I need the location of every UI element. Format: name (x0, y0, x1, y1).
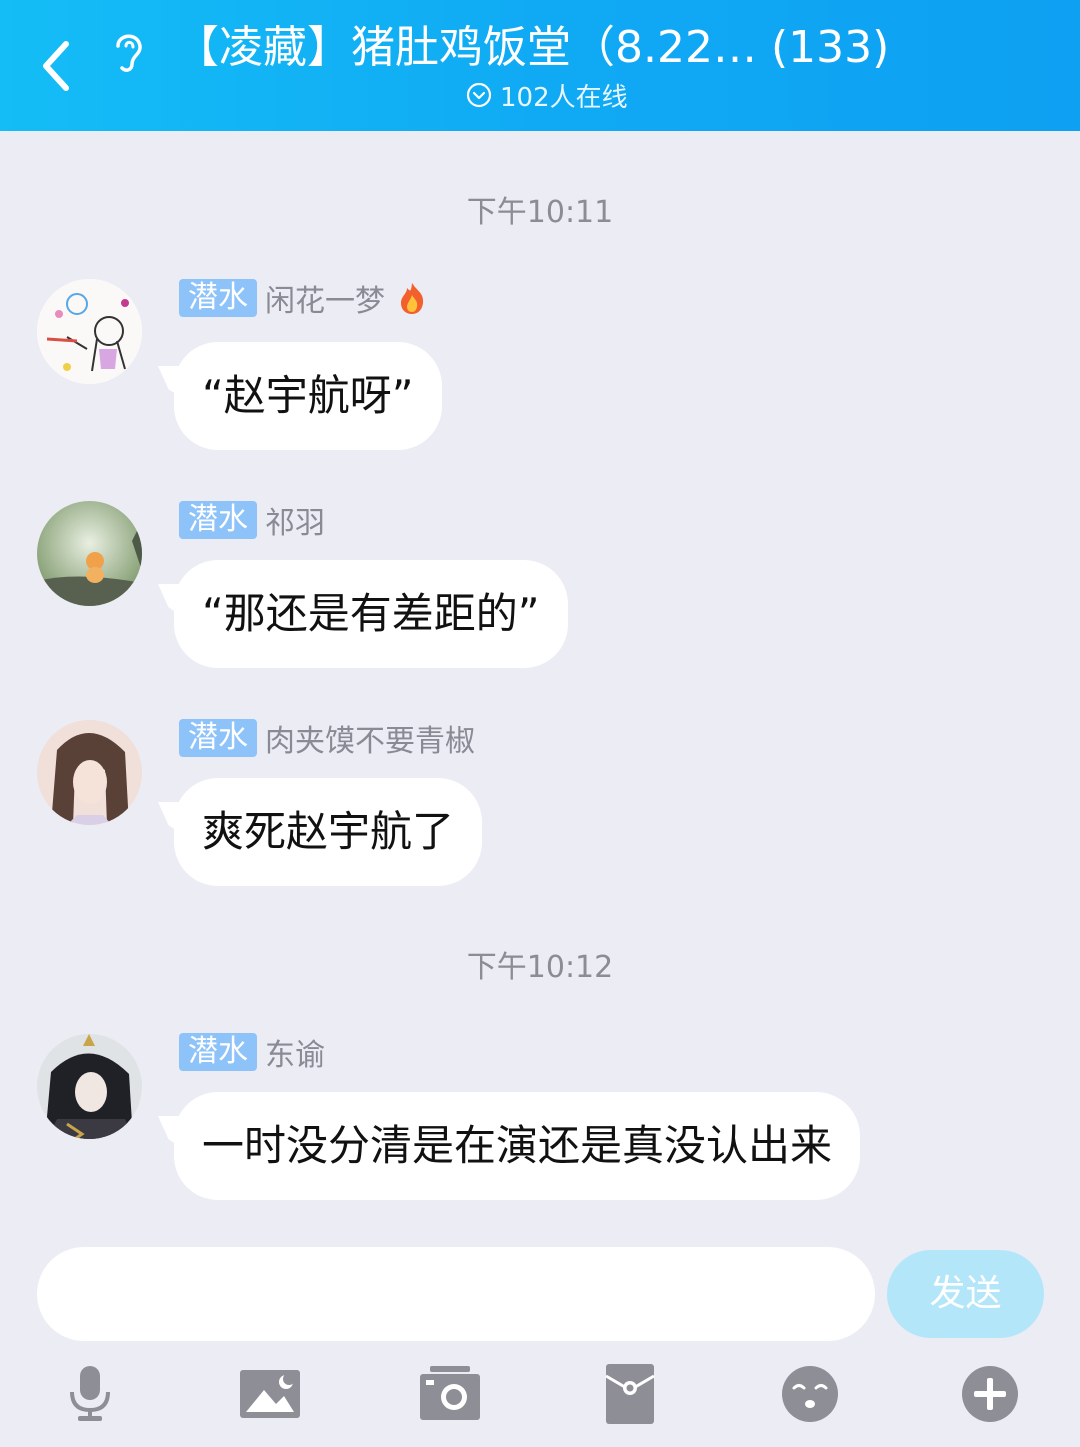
message-bubble[interactable]: “赵宇航呀” (174, 342, 442, 450)
image-icon[interactable] (238, 1362, 302, 1426)
message-list[interactable]: 下午10:11 潜水 闲花一梦 “赵宇航呀” 潜水 祁羽 “那还是有差距的” 潜… (0, 131, 1080, 1226)
microphone-icon[interactable] (58, 1362, 122, 1426)
plus-icon[interactable] (958, 1362, 1022, 1426)
message-bubble[interactable]: 爽死赵宇航了 (174, 778, 483, 886)
red-packet-icon[interactable] (598, 1362, 662, 1426)
message-input[interactable] (37, 1247, 875, 1341)
camera-icon[interactable] (418, 1362, 482, 1426)
emoji-icon[interactable] (778, 1362, 842, 1426)
chevron-circle-icon (466, 82, 492, 108)
sender-line: 潜水 肉夹馍不要青椒 (179, 716, 475, 760)
online-count: 102人在线 (500, 82, 628, 113)
message-bubble[interactable]: 一时没分清是在演还是真没认出来 (174, 1092, 861, 1200)
ear-mode-icon[interactable] (104, 26, 152, 78)
composer-bar: 发送 (0, 1226, 1080, 1447)
send-button[interactable]: 发送 (887, 1250, 1044, 1338)
sender-name[interactable]: 东谕 (265, 1030, 325, 1074)
online-status[interactable]: 102人在线 (466, 78, 628, 113)
group-title[interactable]: 【凌藏】猪肚鸡饭堂（8.22… (133) (175, 18, 895, 78)
member-badge: 潜水 (179, 501, 257, 539)
sender-name[interactable]: 祁羽 (265, 498, 325, 542)
sender-line: 潜水 东谕 (179, 1030, 325, 1074)
sender-line: 潜水 闲花一梦 (179, 276, 431, 320)
member-badge: 潜水 (179, 719, 257, 757)
avatar[interactable] (37, 1034, 142, 1139)
sender-name[interactable]: 肉夹馍不要青椒 (265, 716, 475, 760)
member-badge: 潜水 (179, 1033, 257, 1071)
timestamp: 下午10:11 (466, 195, 614, 230)
sender-line: 潜水 祁羽 (179, 498, 325, 542)
member-badge: 潜水 (179, 279, 257, 317)
avatar[interactable] (37, 501, 142, 606)
sender-name[interactable]: 闲花一梦 (265, 276, 385, 320)
timestamp: 下午10:12 (466, 950, 614, 985)
back-button[interactable] (30, 32, 86, 96)
message-bubble[interactable]: “那还是有差距的” (174, 560, 568, 668)
avatar[interactable] (37, 720, 142, 825)
avatar[interactable] (37, 279, 142, 384)
fire-icon (401, 283, 424, 314)
chat-header: 【凌藏】猪肚鸡饭堂（8.22… (133) 102人在线 (0, 0, 1080, 131)
